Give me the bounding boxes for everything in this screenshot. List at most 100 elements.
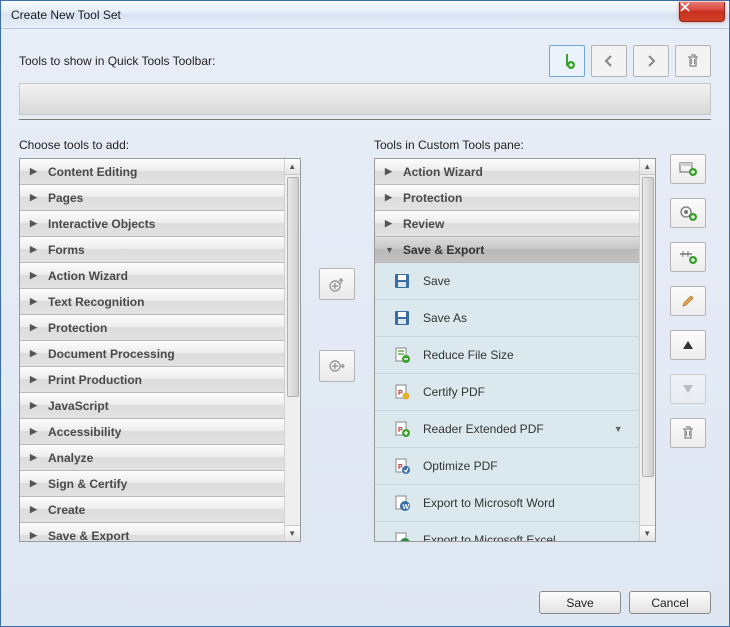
quick-tools-label: Tools to show in Quick Tools Toolbar:	[19, 54, 215, 68]
category-row[interactable]: ▶ Save & Export	[20, 523, 284, 541]
tool-item[interactable]: Save	[375, 263, 639, 300]
close-button[interactable]	[679, 2, 725, 22]
quick-tools-toolbar[interactable]	[19, 83, 711, 115]
certify-icon: P	[393, 383, 411, 401]
tool-item[interactable]: PCertify PDF	[375, 374, 639, 411]
chevron-right-icon: ▶	[30, 504, 40, 515]
chevron-right-icon: ▶	[30, 400, 40, 411]
move-up-button[interactable]	[670, 330, 706, 360]
chevron-right-icon: ▶	[30, 192, 40, 203]
tool-add-icon	[679, 205, 697, 221]
left-column: Choose tools to add: ▶Content Editing▶Pa…	[19, 138, 301, 542]
chevron-right-icon: ▶	[30, 348, 40, 359]
tool-label: Export to Microsoft Excel	[423, 533, 556, 541]
chevron-right-icon: ▶	[385, 192, 395, 203]
move-down-button[interactable]	[670, 374, 706, 404]
separator	[19, 119, 711, 120]
save-button[interactable]: Save	[539, 591, 621, 614]
category-row[interactable]: ▼Save & Export	[375, 237, 639, 263]
category-row[interactable]: ▶Forms	[20, 237, 284, 263]
category-row[interactable]: ▶ Content Editing	[20, 159, 284, 185]
add-tool-button[interactable]	[670, 198, 706, 228]
next-button[interactable]	[633, 45, 669, 77]
middle-column	[311, 138, 364, 382]
svg-text:W: W	[402, 504, 409, 511]
cancel-button[interactable]: Cancel	[629, 591, 711, 614]
side-buttons	[666, 138, 711, 448]
chevron-right-icon: ▶	[30, 530, 40, 541]
compress-icon	[393, 346, 411, 364]
word-icon: W	[393, 494, 411, 512]
category-row[interactable]: ▶Create	[20, 497, 284, 523]
tool-item[interactable]: Reduce File Size	[375, 337, 639, 374]
category-row[interactable]: ▶Sign & Certify	[20, 471, 284, 497]
tool-item[interactable]: PReader Extended PDF▼	[375, 411, 639, 448]
scroll-up-icon[interactable]: ▲	[640, 159, 655, 175]
right-scrollbar[interactable]: ▲ ▼	[639, 159, 655, 541]
tool-item[interactable]: POptimize PDF	[375, 448, 639, 485]
category-label: Action Wizard	[403, 165, 483, 179]
add-right-icon	[328, 357, 346, 375]
scroll-thumb[interactable]	[287, 177, 299, 397]
chevron-right-icon: ▶	[30, 374, 40, 385]
category-row[interactable]: ▶Review	[375, 211, 639, 237]
chevron-right-icon: ▶	[30, 270, 40, 281]
chevron-right-icon: ▶	[30, 166, 40, 177]
category-row[interactable]: ▶Interactive Objects	[20, 211, 284, 237]
scroll-thumb[interactable]	[642, 177, 654, 477]
tool-item[interactable]: XExport to Microsoft Excel	[375, 522, 639, 541]
divider-add-icon	[679, 250, 697, 264]
category-row[interactable]: ▶ Pages	[20, 185, 284, 211]
tool-label: Export to Microsoft Word	[423, 496, 555, 510]
top-row: Tools to show in Quick Tools Toolbar:	[19, 45, 711, 77]
category-label: Save & Export	[403, 243, 484, 257]
category-row[interactable]: ▶ Protection	[375, 185, 639, 211]
category-row[interactable]: ▶ Print Production	[20, 367, 284, 393]
dialog-window: Create New Tool Set Tools to show in Qui…	[0, 0, 730, 627]
chevron-right-icon: ▶	[30, 478, 40, 489]
add-panel-button[interactable]	[670, 154, 706, 184]
prev-button[interactable]	[591, 45, 627, 77]
category-row[interactable]: ▶Action Wizard	[375, 159, 639, 185]
add-divider-side-button[interactable]	[670, 242, 706, 272]
chevron-right-icon: ▶	[30, 218, 40, 229]
category-row[interactable]: ▶Document Processing	[20, 341, 284, 367]
left-scrollbar[interactable]: ▲ ▼	[284, 159, 300, 541]
scroll-up-icon[interactable]: ▲	[285, 159, 300, 175]
edit-button[interactable]	[670, 286, 706, 316]
tool-item[interactable]: Save As	[375, 300, 639, 337]
category-label: JavaScript	[48, 399, 109, 413]
right-listbox: ▶Action Wizard▶Protection▶Review▼Save & …	[374, 158, 656, 542]
category-label: Content Editing	[48, 165, 137, 179]
category-row[interactable]: ▶Protection	[20, 315, 284, 341]
category-label: Protection	[403, 191, 462, 205]
optimize-icon: P	[393, 457, 411, 475]
move-to-toolbar-button[interactable]	[319, 268, 355, 300]
top-buttons	[549, 45, 711, 77]
left-list[interactable]: ▶ Content Editing ▶ Pages ▶Interactive Objec…	[20, 159, 284, 541]
trash-icon	[681, 425, 695, 441]
category-label: Print Production	[48, 373, 142, 387]
category-label: Pages	[48, 191, 83, 205]
category-row[interactable]: ▶Action Wizard	[20, 263, 284, 289]
category-row[interactable]: ▶Analyze	[20, 445, 284, 471]
category-row[interactable]: ▶Accessibility	[20, 419, 284, 445]
save-icon	[393, 309, 411, 327]
category-label: Save & Export	[48, 529, 129, 542]
tool-item[interactable]: W Export to Microsoft Word	[375, 485, 639, 522]
add-divider-button[interactable]	[549, 45, 585, 77]
right-column: Tools in Custom Tools pane: ▶Action Wiza…	[374, 138, 656, 542]
add-to-custom-button[interactable]	[319, 350, 355, 382]
scroll-down-icon[interactable]: ▼	[640, 525, 655, 541]
delete-button[interactable]	[675, 45, 711, 77]
scroll-down-icon[interactable]: ▼	[285, 525, 300, 541]
columns: Choose tools to add: ▶Content Editing▶Pa…	[19, 138, 711, 577]
category-row[interactable]: ▶ JavaScript	[20, 393, 284, 419]
category-row[interactable]: ▶Text Recognition	[20, 289, 284, 315]
footer: Save Cancel	[19, 577, 711, 614]
reader-icon: P	[393, 420, 411, 438]
category-label: Analyze	[48, 451, 93, 465]
left-listbox: ▶ Content Editing ▶ Pages ▶Interactive Objec…	[19, 158, 301, 542]
right-list[interactable]: ▶Action Wizard ▶ Protection ▶Review▼Save & …	[375, 159, 639, 541]
delete-item-button[interactable]	[670, 418, 706, 448]
